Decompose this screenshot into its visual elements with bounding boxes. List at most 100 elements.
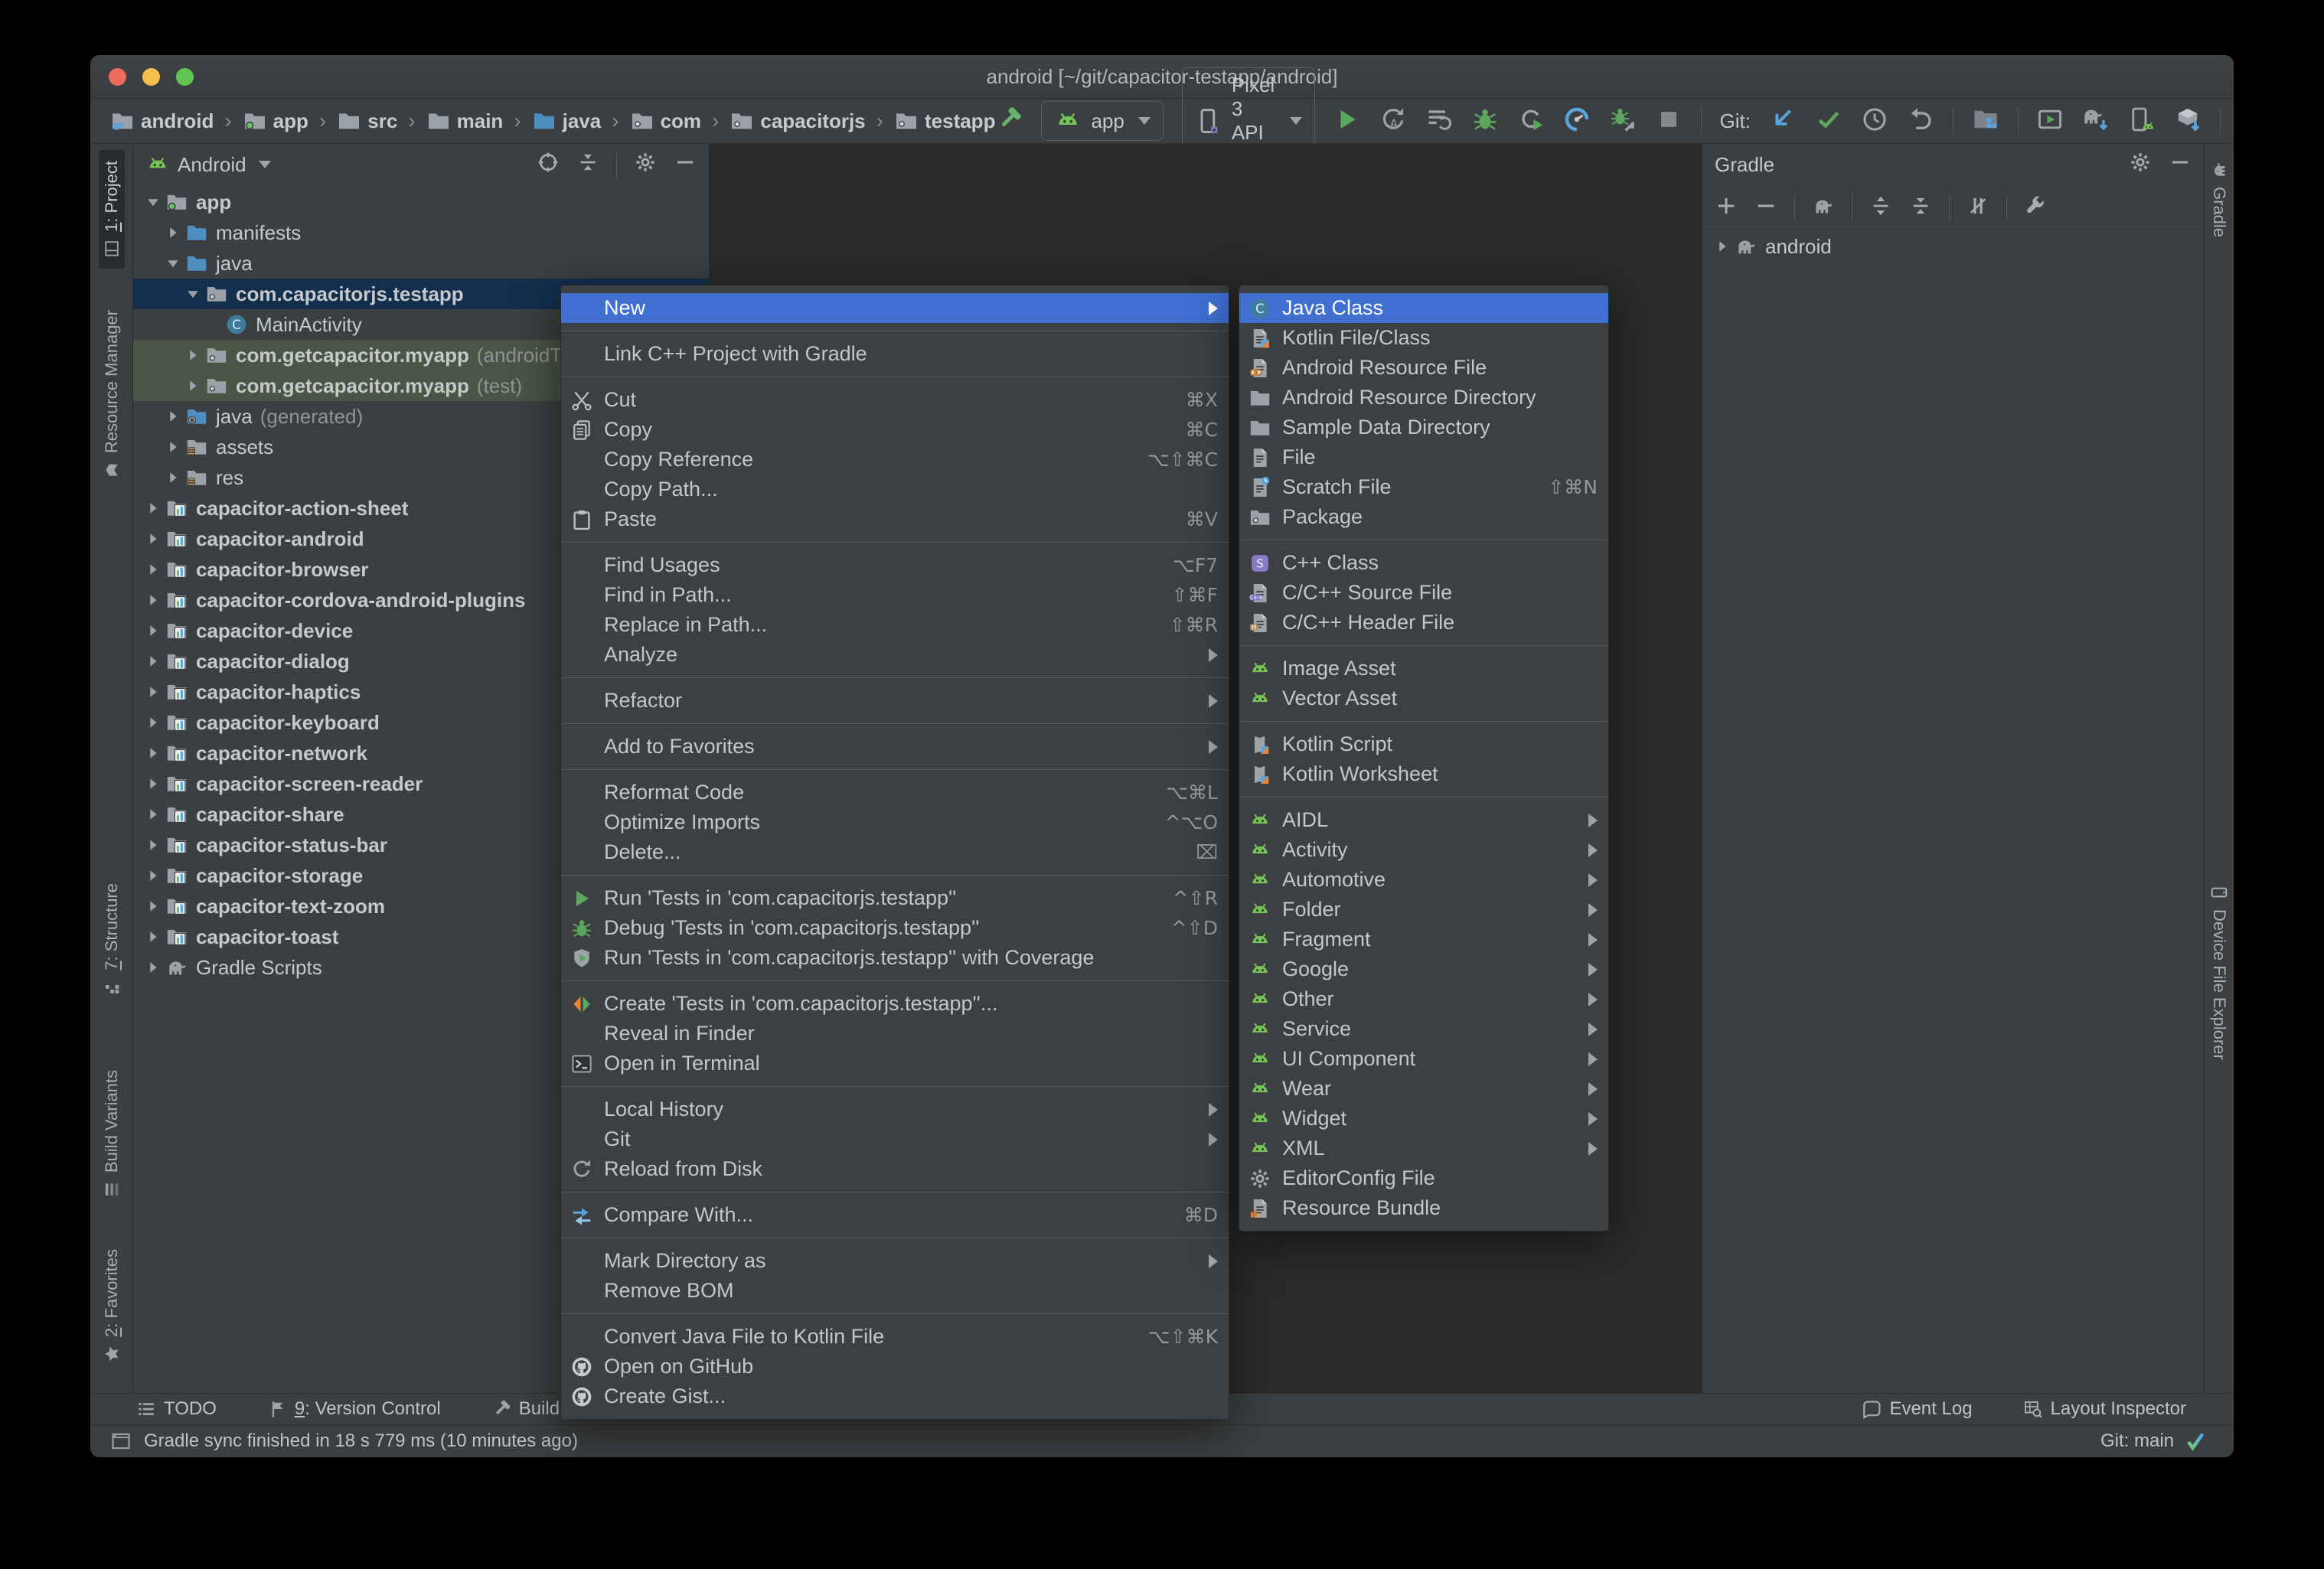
- git-commit-button[interactable]: [1815, 106, 1843, 137]
- device-manager-button[interactable]: [2128, 106, 2156, 137]
- minus-button[interactable]: [674, 151, 697, 179]
- menu-item[interactable]: Open in Terminal: [561, 1049, 1229, 1078]
- tool-window-button-device-file-explorer[interactable]: Device File Explorer: [2206, 873, 2232, 1071]
- menu-item[interactable]: Optimize Imports ^⌥O: [561, 807, 1229, 837]
- breadcrumb-item[interactable]: src: [337, 109, 397, 133]
- breadcrumb-item[interactable]: app: [243, 109, 308, 133]
- menu-item[interactable]: Local History: [561, 1094, 1229, 1124]
- plus-button[interactable]: [1715, 194, 1738, 221]
- menu-item[interactable]: Resource Bundle: [1239, 1193, 1608, 1223]
- menu-item[interactable]: Copy Path...: [561, 475, 1229, 504]
- git-history-button[interactable]: [1861, 106, 1888, 137]
- gradle-sync-button[interactable]: [2082, 106, 2110, 137]
- menu-item[interactable]: Create 'Tests in 'com.capacitorjs.testap…: [561, 989, 1229, 1019]
- menu-item[interactable]: Other: [1239, 984, 1608, 1014]
- menu-item[interactable]: Google: [1239, 954, 1608, 984]
- tool-window-button-build-variants[interactable]: Build Variants: [99, 1059, 125, 1209]
- menu-item[interactable]: H C/C++ Header File: [1239, 608, 1608, 638]
- breadcrumb-item[interactable]: main: [426, 109, 503, 133]
- menu-item[interactable]: Android Resource File: [1239, 353, 1608, 383]
- tree-row[interactable]: android: [1702, 231, 2204, 262]
- tool-window-button-9-version-control[interactable]: 9: Version Control: [267, 1398, 441, 1420]
- project-view-title[interactable]: Android: [178, 153, 246, 177]
- project-structure-button[interactable]: [1972, 106, 1999, 137]
- menu-item[interactable]: Sample Data Directory: [1239, 413, 1608, 442]
- minus-button[interactable]: [1754, 194, 1777, 221]
- menu-item[interactable]: File: [1239, 442, 1608, 472]
- menu-item[interactable]: Activity: [1239, 835, 1608, 865]
- tree-row[interactable]: app: [133, 187, 709, 217]
- menu-item[interactable]: Paste ⌘V: [561, 504, 1229, 534]
- menu-item[interactable]: Package: [1239, 502, 1608, 532]
- menu-item[interactable]: Add to Favorites: [561, 732, 1229, 762]
- menu-item[interactable]: Analyze: [561, 640, 1229, 670]
- menu-item[interactable]: Kotlin File/Class: [1239, 323, 1608, 353]
- tree-row[interactable]: manifests: [133, 217, 709, 248]
- git-update-button[interactable]: [1769, 106, 1797, 137]
- menu-item[interactable]: C++ C/C++ Source File: [1239, 578, 1608, 608]
- tool-window-button-todo[interactable]: TODO: [136, 1398, 217, 1420]
- menu-item[interactable]: Convert Java File to Kotlin File ⌥⇧⌘K: [561, 1322, 1229, 1352]
- breadcrumb-item[interactable]: com: [630, 109, 701, 133]
- menu-item[interactable]: C Java Class: [1239, 293, 1608, 323]
- collapse-all-button[interactable]: [576, 151, 599, 179]
- menu-item[interactable]: Android Resource Directory: [1239, 383, 1608, 413]
- apply-changes-button[interactable]: A: [1379, 106, 1407, 137]
- menu-item[interactable]: Link C++ Project with Gradle: [561, 339, 1229, 369]
- attach-debugger-process-button[interactable]: [1609, 106, 1637, 137]
- menu-item[interactable]: Run 'Tests in 'com.capacitorjs.testapp''…: [561, 883, 1229, 913]
- target-button[interactable]: [537, 151, 560, 179]
- menu-item[interactable]: Open on GitHub: [561, 1352, 1229, 1381]
- menu-item[interactable]: S C++ Class: [1239, 548, 1608, 578]
- git-rollback-button[interactable]: [1907, 106, 1934, 137]
- tool-window-button-2-favorites[interactable]: 2: Favorites: [99, 1238, 125, 1374]
- menu-item[interactable]: Image Asset: [1239, 654, 1608, 683]
- menu-item[interactable]: Service: [1239, 1014, 1608, 1044]
- menu-item[interactable]: Compare With... ⌘D: [561, 1200, 1229, 1230]
- profiler-button[interactable]: [1563, 106, 1591, 137]
- breadcrumb-item[interactable]: android: [110, 109, 214, 133]
- sdk-manager-button[interactable]: [2174, 106, 2202, 137]
- parallel-button[interactable]: [1967, 194, 1989, 221]
- menu-item[interactable]: Cut ⌘X: [561, 385, 1229, 415]
- menu-item[interactable]: Remove BOM: [561, 1276, 1229, 1306]
- menu-item[interactable]: Refactor: [561, 686, 1229, 716]
- menu-item[interactable]: Reveal in Finder: [561, 1019, 1229, 1049]
- menu-item[interactable]: Kotlin Script: [1239, 729, 1608, 759]
- panel-toggle-icon[interactable]: [110, 1430, 132, 1452]
- menu-item[interactable]: Delete... ⌧: [561, 837, 1229, 867]
- attach-debugger-button[interactable]: [1517, 106, 1545, 137]
- menu-item[interactable]: Run 'Tests in 'com.capacitorjs.testapp''…: [561, 943, 1229, 973]
- menu-item[interactable]: Folder: [1239, 895, 1608, 925]
- menu-item[interactable]: Kotlin Worksheet: [1239, 759, 1608, 789]
- apply-code-changes-button[interactable]: [1425, 106, 1453, 137]
- menu-item[interactable]: UI Component: [1239, 1044, 1608, 1074]
- menu-item[interactable]: Reload from Disk: [561, 1154, 1229, 1184]
- menu-item[interactable]: Scratch File ⇧⌘N: [1239, 472, 1608, 502]
- menu-item[interactable]: Git: [561, 1124, 1229, 1154]
- breadcrumb-item[interactable]: java: [532, 109, 601, 133]
- build-hammer-button[interactable]: [995, 106, 1023, 137]
- menu-item[interactable]: Replace in Path... ⇧⌘R: [561, 610, 1229, 640]
- tool-window-button-7-structure[interactable]: 7: Structure: [99, 873, 125, 1007]
- menu-item[interactable]: Wear: [1239, 1074, 1608, 1104]
- avd-manager-button[interactable]: [2036, 106, 2064, 137]
- minus-button[interactable]: [2169, 151, 2192, 179]
- tool-window-button-event-log[interactable]: Event Log: [1862, 1398, 1973, 1420]
- tool-window-button-layout-inspector[interactable]: Layout Inspector: [2023, 1398, 2186, 1420]
- gear-button[interactable]: [634, 151, 657, 179]
- collapse-all-button[interactable]: [1909, 194, 1932, 221]
- wrench-button[interactable]: [2024, 194, 2047, 221]
- menu-item[interactable]: Copy Reference ⌥⇧⌘C: [561, 445, 1229, 475]
- menu-item[interactable]: XML: [1239, 1134, 1608, 1163]
- tool-window-button-gradle[interactable]: Gradle: [2206, 150, 2232, 248]
- status-git-widget[interactable]: Git: main: [2100, 1430, 2206, 1452]
- breadcrumb-item[interactable]: testapp: [894, 109, 995, 133]
- menu-item[interactable]: Find Usages ⌥F7: [561, 550, 1229, 580]
- tree-row[interactable]: java: [133, 248, 709, 279]
- menu-item[interactable]: Copy ⌘C: [561, 415, 1229, 445]
- menu-item[interactable]: Vector Asset: [1239, 683, 1608, 713]
- tool-window-button-1-project[interactable]: 1: Project: [98, 150, 125, 269]
- expand-all-button[interactable]: [1869, 194, 1892, 221]
- menu-item[interactable]: EditorConfig File: [1239, 1163, 1608, 1193]
